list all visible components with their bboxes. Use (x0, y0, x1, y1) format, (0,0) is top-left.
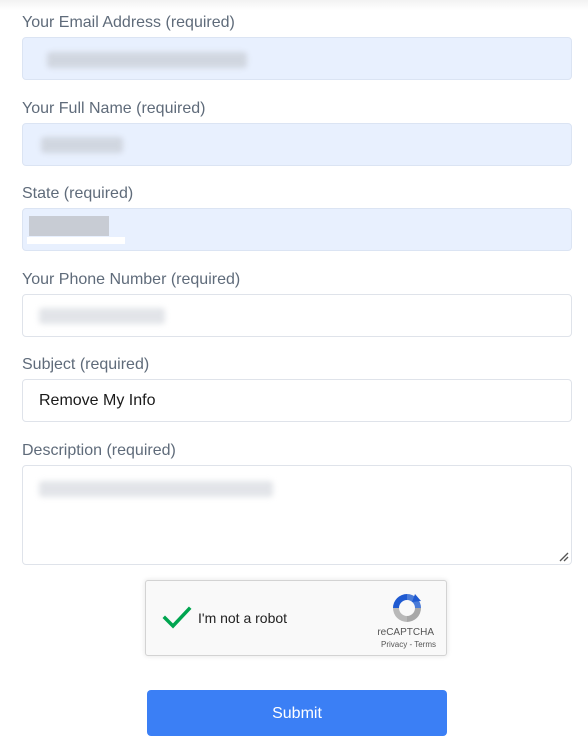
redacted-state-value (29, 216, 109, 236)
checkmark-icon[interactable] (162, 603, 192, 633)
submit-button[interactable]: Submit (147, 690, 447, 736)
privacy-link[interactable]: Privacy (381, 640, 407, 649)
description-label: Description (required) (22, 442, 176, 459)
email-label: Your Email Address (required) (22, 14, 235, 31)
phone-label: Your Phone Number (required) (22, 271, 241, 288)
subject-value: Remove My Info (39, 392, 156, 409)
subject-label: Subject (required) (22, 356, 150, 373)
full-name-label: Your Full Name (required) (22, 100, 206, 117)
phone-field[interactable] (22, 294, 572, 337)
recaptcha-logo-icon (393, 594, 421, 622)
subject-field[interactable]: Remove My Info (22, 379, 572, 422)
resize-handle-icon[interactable] (557, 550, 569, 562)
redacted-email-value (47, 52, 247, 68)
terms-link[interactable]: Terms (414, 640, 436, 649)
email-field[interactable] (22, 37, 572, 80)
description-field[interactable] (22, 465, 572, 565)
full-name-field[interactable] (22, 123, 572, 166)
recaptcha-brand: reCAPTCHA (377, 627, 434, 638)
redacted-phone-value (39, 308, 165, 324)
recaptcha-widget: I'm not a robot reCAPTCHA Privacy - Term… (145, 580, 447, 656)
state-field[interactable] (22, 208, 572, 251)
recaptcha-label: I'm not a robot (198, 610, 288, 626)
state-label: State (required) (22, 185, 134, 202)
redacted-name-value (41, 137, 123, 153)
redaction-bar (27, 237, 125, 244)
recaptcha-links: Privacy - Terms (381, 640, 436, 649)
top-shadow (0, 0, 588, 10)
redacted-description-value (39, 481, 273, 497)
